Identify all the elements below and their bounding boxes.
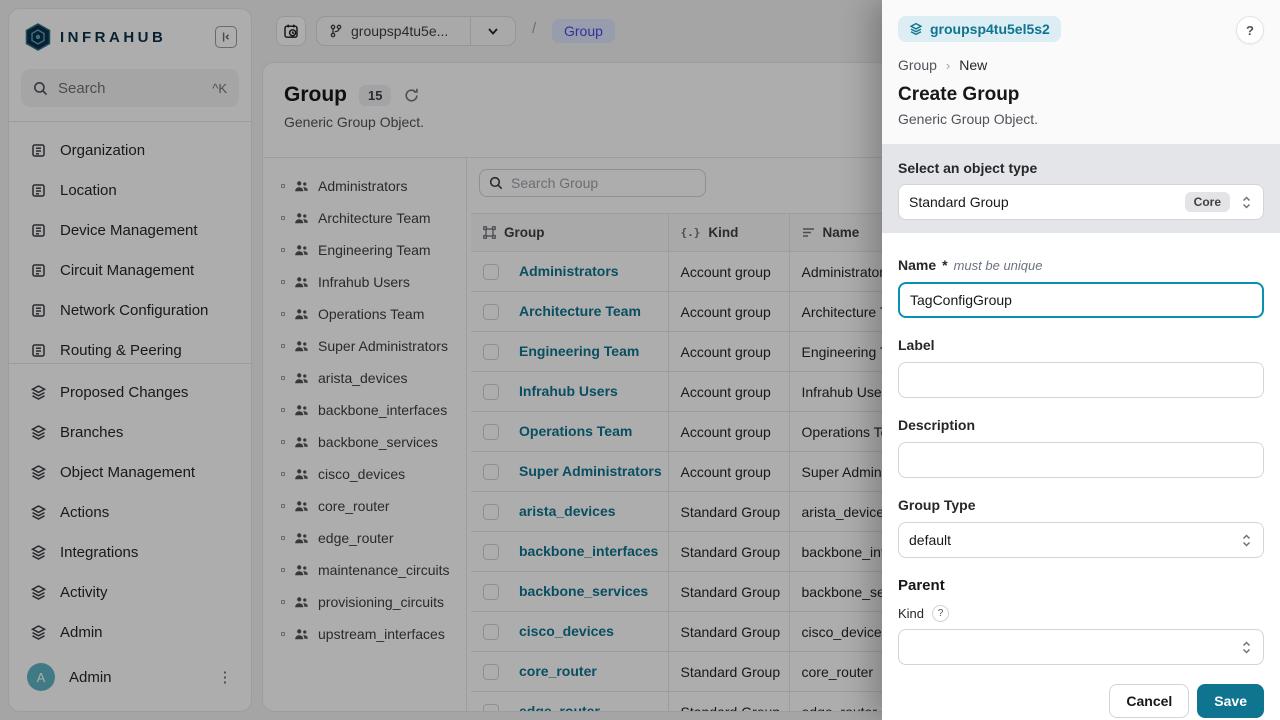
group-type-value: default — [909, 532, 1240, 548]
label-field-group: Label — [898, 337, 1264, 398]
name-hint: must be unique — [954, 258, 1043, 273]
object-type-section: Select an object type Standard Group Cor… — [882, 144, 1280, 233]
group-type-field-group: Group Type default — [898, 497, 1264, 558]
object-type-select[interactable]: Standard Group Core — [898, 184, 1264, 220]
object-type-value: Standard Group — [909, 194, 1185, 210]
parent-field-group: Parent Kind ? — [898, 577, 1264, 665]
description-input[interactable] — [898, 442, 1264, 478]
save-button[interactable]: Save — [1197, 684, 1264, 718]
help-button[interactable]: ? — [1236, 16, 1264, 44]
chevron-up-down-icon — [1240, 533, 1253, 548]
chevron-up-down-icon — [1240, 640, 1253, 655]
drawer-breadcrumb: Group › New — [898, 57, 1264, 73]
branch-badge: groupsp4tu5el5s2 — [898, 16, 1061, 42]
breadcrumb-current: New — [959, 57, 987, 73]
chevron-right-icon: › — [946, 58, 950, 73]
branch-badge-label: groupsp4tu5el5s2 — [930, 21, 1050, 37]
parent-kind-select[interactable] — [898, 629, 1264, 665]
cancel-button[interactable]: Cancel — [1109, 684, 1189, 718]
core-badge: Core — [1185, 192, 1230, 212]
description-field-group: Description — [898, 417, 1264, 478]
label-label: Label — [898, 337, 935, 353]
group-type-label: Group Type — [898, 497, 976, 513]
drawer-actions: Cancel Save — [882, 684, 1280, 718]
create-group-drawer: groupsp4tu5el5s2 ? Group › New Create Gr… — [882, 0, 1280, 720]
label-input[interactable] — [898, 362, 1264, 398]
kind-help-icon[interactable]: ? — [932, 605, 949, 622]
create-group-form: Name * must be unique Label Description … — [882, 233, 1280, 665]
group-type-select[interactable]: default — [898, 522, 1264, 558]
chevron-up-down-icon — [1240, 195, 1253, 210]
required-mark: * — [942, 257, 947, 273]
parent-kind-label: Kind — [898, 606, 924, 621]
object-type-label: Select an object type — [898, 160, 1264, 176]
drawer-subtitle: Generic Group Object. — [898, 111, 1264, 127]
drawer-title: Create Group — [898, 84, 1264, 106]
layers-icon — [909, 22, 923, 36]
name-input[interactable] — [898, 282, 1264, 318]
description-label: Description — [898, 417, 975, 433]
name-label: Name — [898, 257, 936, 273]
breadcrumb-parent[interactable]: Group — [898, 57, 937, 73]
parent-label: Parent — [898, 577, 945, 594]
name-field-group: Name * must be unique — [898, 257, 1264, 318]
drawer-header: groupsp4tu5el5s2 ? Group › New Create Gr… — [882, 0, 1280, 144]
